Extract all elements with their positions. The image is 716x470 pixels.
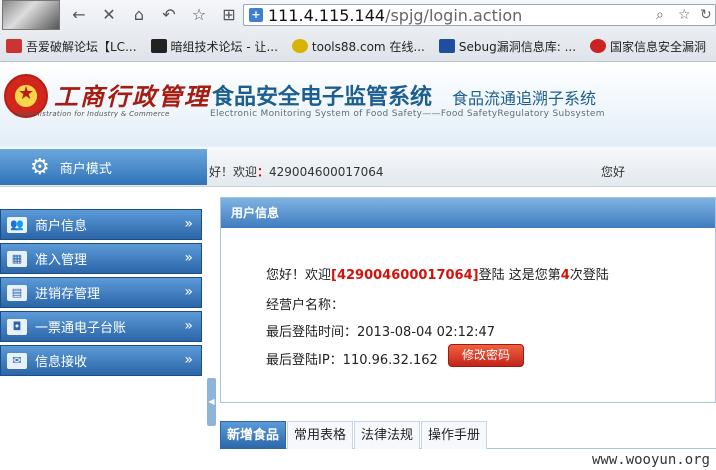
close-icon[interactable]: ✕: [98, 5, 120, 25]
bookmark-favicon-icon: [291, 39, 308, 53]
mode-label: 商户模式: [59, 161, 112, 177]
address-bar[interactable]: + 111.4.115.144/spjg/login.action ⌕ ☆ ↻: [243, 4, 716, 26]
user-id-bracket: [429004600017064]: [331, 268, 479, 283]
greet-prefix: 您好！欢迎: [266, 268, 332, 283]
bookmark-item[interactable]: 暗组技术论坛 - 让...: [150, 38, 278, 55]
sidebar: 👥 商户信息 » ▦ 准入管理 » ▤ 进销存管理 » ◘ 一票通电子台账 » …: [0, 187, 207, 470]
double-chevron-right-icon: »: [184, 318, 193, 334]
sidebar-item-access-management[interactable]: ▦ 准入管理 »: [0, 243, 202, 274]
system-title: 食品安全电子监管系统: [212, 85, 433, 110]
welcome-colon: ：: [257, 165, 270, 179]
agency-english-name: Administration for Industry & Commerce: [16, 110, 170, 118]
undo-icon[interactable]: ↶: [158, 5, 180, 25]
panel-title: 用户信息: [221, 198, 715, 228]
bookmark-label: 吾爱破解论坛【LC...: [26, 39, 137, 54]
bookmark-favicon-icon: [590, 39, 607, 53]
url-path: /spjg/login.action: [385, 6, 523, 25]
browser-nav-buttons: ← ✕ ⌂ ↶ ☆ ⊞: [68, 5, 240, 25]
last-login-ip: 最后登陆IP：110.96.32.162: [266, 353, 438, 368]
sidebar-item-merchant-info[interactable]: 👥 商户信息 »: [0, 209, 202, 240]
subsystem-title: 食品流通追溯子系统: [452, 89, 597, 108]
mode-bar: ⚙ 商户模式 好！欢迎：429004600017064 您好: [0, 147, 716, 187]
sidebar-item-label: 商户信息: [35, 219, 88, 234]
greet-mid: 登陆 这是您第: [478, 268, 561, 283]
welcome-prefix: 好！欢迎: [209, 165, 258, 179]
bookmark-item[interactable]: tools88.com 在线...: [291, 38, 425, 55]
double-chevron-right-icon: »: [184, 284, 193, 300]
system-english-title: Electronic Monitoring System of Food Saf…: [210, 109, 605, 119]
gear-icon: ⚙: [30, 154, 50, 180]
refresh-icon[interactable]: ↻: [700, 7, 712, 23]
tab-manual[interactable]: 操作手册: [421, 421, 488, 449]
bookmark-star-icon[interactable]: ☆: [678, 7, 691, 23]
login-count: 4: [560, 268, 570, 283]
document-search-icon: ◘: [7, 318, 27, 335]
chart-icon: ▤: [7, 284, 27, 301]
watermark-text: www.wooyun.org: [591, 452, 710, 468]
bookmark-label: tools88.com 在线...: [311, 39, 425, 54]
sidebar-item-label: 进销存管理: [35, 287, 101, 302]
browser-chrome: ← ✕ ⌂ ↶ ☆ ⊞ + 111.4.115.144/spjg/login.a…: [0, 0, 716, 62]
double-chevron-right-icon: »: [184, 352, 193, 368]
sidebar-item-inventory[interactable]: ▤ 进销存管理 »: [0, 277, 202, 308]
merchant-mode-button[interactable]: ⚙ 商户模式: [0, 149, 207, 185]
change-password-button[interactable]: 修改密码: [448, 344, 524, 367]
bookmark-item[interactable]: 国家信息安全漏洞: [590, 38, 706, 55]
building-icon: ▦: [7, 250, 27, 267]
star-icon[interactable]: ☆: [188, 5, 210, 25]
back-icon[interactable]: ←: [68, 5, 90, 25]
business-name-line: 经营户名称：: [266, 298, 345, 313]
search-icon[interactable]: ⌕: [656, 7, 664, 23]
bookmark-label: Sebug漏洞信息库: ...: [458, 39, 577, 54]
double-chevron-right-icon: »: [184, 216, 193, 232]
welcome-text: 好！欢迎：429004600017064: [209, 163, 384, 180]
tab-common-forms[interactable]: 常用表格: [287, 421, 354, 449]
welcome-line: 您好！欢迎[429004600017064]登陆 这是您第4次登陆: [266, 264, 609, 283]
user-info-panel: 用户信息 您好！欢迎[429004600017064]登陆 这是您第4次登陆 经…: [220, 197, 716, 403]
sidebar-collapse-handle[interactable]: ◀: [207, 378, 216, 426]
greet-suffix: 次登陆: [569, 268, 609, 283]
site-header: 工商行政管理 Administration for Industry & Com…: [0, 62, 716, 147]
bookmark-label: 暗组技术论坛 - 让...: [170, 39, 278, 54]
bookmark-label: 国家信息安全漏洞: [610, 39, 707, 54]
users-icon: 👥: [7, 216, 27, 233]
right-greeting: 您好: [601, 165, 626, 179]
sidebar-item-ledger[interactable]: ◘ 一票通电子台账 »: [0, 311, 202, 342]
security-shield-icon: +: [249, 8, 263, 22]
bookmarks-bar: 吾爱破解论坛【LC... 暗组技术论坛 - 让... tools88.com 在…: [0, 33, 716, 59]
tab-laws[interactable]: 法律法规: [354, 421, 421, 449]
bookmark-item[interactable]: Sebug漏洞信息库: ...: [438, 38, 577, 55]
double-chevron-right-icon: »: [184, 250, 193, 266]
sidebar-item-messages[interactable]: ✉ 信息接收 »: [0, 345, 202, 376]
last-login-time: 最后登陆时间：2013-08-04 02:12:47: [266, 325, 496, 340]
apps-icon[interactable]: ⊞: [218, 5, 240, 25]
agency-calligraphy: 工商行政管理: [54, 82, 210, 111]
url-host: 111.4.115.144: [268, 6, 386, 25]
browser-profile-avatar[interactable]: [2, 0, 60, 30]
tab-new-food[interactable]: 新增食品: [220, 421, 287, 449]
url-text[interactable]: 111.4.115.144/spjg/login.action: [268, 6, 522, 25]
welcome-user-id: 429004600017064: [269, 165, 384, 179]
bookmark-item[interactable]: 吾爱破解论坛【LC...: [6, 38, 137, 55]
bottom-tabs: 新增食品 常用表格 法律法规 操作手册: [220, 421, 716, 449]
mail-icon: ✉: [7, 352, 27, 369]
sidebar-item-label: 一票通电子台账: [35, 321, 127, 336]
bookmark-favicon-icon: [150, 39, 167, 53]
home-icon[interactable]: ⌂: [128, 5, 150, 25]
bookmark-favicon-icon: [6, 39, 22, 53]
bookmark-favicon-icon: [438, 39, 455, 53]
sidebar-item-label: 准入管理: [35, 253, 88, 268]
sidebar-item-label: 信息接收: [35, 355, 88, 370]
